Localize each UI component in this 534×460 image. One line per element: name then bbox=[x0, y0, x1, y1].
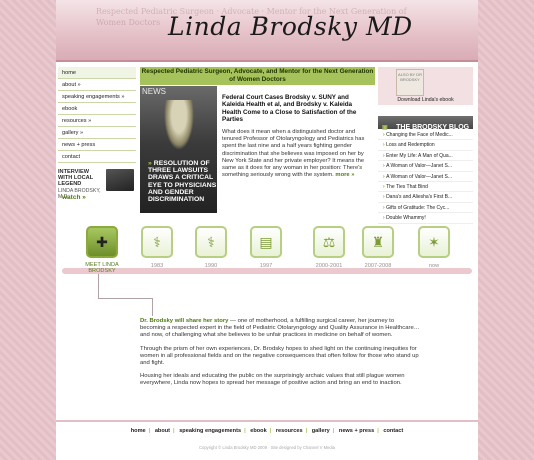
timeline-label[interactable]: 1983 bbox=[137, 263, 177, 269]
news-caption-text: RESOLUTION OF THREE LAWSUITS DRAWS A CRI… bbox=[148, 160, 217, 204]
timeline-glyph: ▤ bbox=[259, 234, 273, 250]
article-body-text: What does it mean when a distinguished d… bbox=[222, 129, 365, 179]
footer-separator: | bbox=[173, 428, 175, 434]
footer-link-resources[interactable]: resources bbox=[273, 428, 306, 434]
nav-item-gallery[interactable]: gallery » bbox=[58, 127, 136, 139]
footer-separator: | bbox=[269, 428, 272, 434]
blog-header[interactable]: ▣ THE BRODSKY BLOG bbox=[378, 116, 473, 131]
celebration-icon[interactable]: ✶ bbox=[418, 226, 450, 258]
more-link[interactable]: more » bbox=[335, 172, 354, 178]
footer-link-gallery[interactable]: gallery bbox=[309, 428, 333, 434]
footer-link-speaking-engagements[interactable]: speaking engagements bbox=[176, 428, 244, 434]
story-paragraph: Through the prism of her own experiences… bbox=[140, 345, 419, 367]
footer-separator: | bbox=[332, 428, 335, 434]
trophy-icon[interactable]: ♜ bbox=[362, 226, 394, 258]
page: Respected Pediatric Surgeon · Advocate ·… bbox=[56, 0, 478, 460]
footer-separator: | bbox=[244, 428, 246, 434]
footer-separator: | bbox=[148, 428, 151, 434]
blog-post-link[interactable]: Changing the Face of Medic... bbox=[378, 130, 473, 141]
footer-separator: | bbox=[305, 428, 308, 434]
timeline-connector bbox=[98, 298, 152, 299]
story-paragraph: Housing her ideals and educating the pub… bbox=[140, 373, 405, 387]
footer-separator: | bbox=[377, 428, 379, 434]
footer-link-ebook[interactable]: ebook bbox=[247, 428, 269, 434]
book-icon[interactable]: ▤ bbox=[250, 226, 282, 258]
copyright: Copyright © Linda Brodsky MD 2009 · Site… bbox=[199, 445, 335, 450]
footer-link-about[interactable]: about bbox=[152, 428, 173, 434]
gavel-icon[interactable]: ⚖ bbox=[313, 226, 345, 258]
caduceus-icon[interactable]: ⚕ bbox=[141, 226, 173, 258]
footer-nav: home | about | speaking engagements | ebook… bbox=[56, 428, 478, 434]
timeline-label[interactable]: MEET LINDA BRODSKY bbox=[82, 262, 122, 274]
blog-post-link[interactable]: The Ties That Bind bbox=[378, 182, 473, 193]
footer-link-home[interactable]: home bbox=[128, 428, 149, 434]
blog-list: Changing the Face of Medic... Loss and R… bbox=[378, 130, 473, 224]
news-image[interactable]: NEWS » RESOLUTION OF THREE LAWSUITS DRAWS… bbox=[140, 86, 217, 213]
nav-item-ebook[interactable]: ebook bbox=[58, 103, 136, 115]
timeline-label[interactable]: now bbox=[414, 263, 454, 269]
footer-link-contact[interactable]: contact bbox=[380, 428, 406, 434]
timeline-connector bbox=[152, 298, 153, 316]
footer-divider bbox=[56, 420, 478, 422]
timeline-label[interactable]: 1990 bbox=[191, 263, 231, 269]
feature-headline: Respected Pediatric Surgeon, Advocate, a… bbox=[140, 67, 375, 85]
medical-symbol-icon[interactable]: ⚕ bbox=[195, 226, 227, 258]
timeline-label[interactable]: 2000-2001 bbox=[309, 263, 349, 269]
blog-post-link[interactable]: Dana's and Aliesha's First B... bbox=[378, 192, 473, 203]
interview-title: INTERVIEW WITH LOCAL LEGEND bbox=[58, 169, 94, 187]
site-logo-signature[interactable]: Linda Brodsky MD bbox=[168, 12, 413, 41]
blog-post-link[interactable]: Gifts of Gratitude: The Cyc... bbox=[378, 203, 473, 214]
timeline-glyph: ⚕ bbox=[153, 234, 161, 250]
story-paragraph: Dr. Brodsky will share her story — one o… bbox=[140, 318, 420, 340]
doctor-bag-icon[interactable]: ✚ bbox=[86, 226, 118, 258]
nav-item-speaking-engagements[interactable]: speaking engagements » bbox=[58, 91, 136, 103]
timeline-glyph: ⚕ bbox=[207, 234, 215, 250]
timeline-glyph: ✚ bbox=[96, 234, 108, 250]
timeline-label[interactable]: 1997 bbox=[246, 263, 286, 269]
news-label: NEWS bbox=[142, 87, 166, 96]
nav-item-about[interactable]: about » bbox=[58, 79, 136, 91]
timeline-glyph: ♜ bbox=[371, 234, 385, 250]
site-header: Respected Pediatric Surgeon · Advocate ·… bbox=[56, 0, 478, 62]
article-title[interactable]: Federal Court Cases Brodsky v. SUNY and … bbox=[222, 94, 372, 124]
story-lead: Dr. Brodsky will share her story bbox=[140, 318, 229, 324]
news-caption[interactable]: » RESOLUTION OF THREE LAWSUITS DRAWS A CR… bbox=[148, 160, 217, 203]
blog-post-link[interactable]: A Woman of Valor—Janet S... bbox=[378, 172, 473, 182]
nav-item-news-press[interactable]: news + press bbox=[58, 139, 136, 151]
blog-post-link[interactable]: Loss and Redemption bbox=[378, 140, 473, 151]
ebook-promo[interactable]: ALSO BY DR BRODSKY Download Linda's eboo… bbox=[378, 67, 473, 105]
article-body: What does it mean when a distinguished d… bbox=[222, 129, 372, 179]
main-nav: home about » speaking engagements » eboo… bbox=[58, 67, 136, 163]
ebook-cover-image[interactable]: ALSO BY DR BRODSKY bbox=[396, 69, 424, 96]
interview-photo[interactable] bbox=[106, 169, 134, 191]
timeline-connector bbox=[98, 274, 99, 298]
arrow-icon: » bbox=[148, 160, 152, 167]
blog-post-link[interactable]: A Woman of Valor—Janet S... bbox=[378, 161, 473, 172]
footer-link-news-press[interactable]: news + press bbox=[336, 428, 377, 434]
nav-item-resources[interactable]: resources » bbox=[58, 115, 136, 127]
story-section: Dr. Brodsky will share her story — one o… bbox=[140, 318, 420, 394]
timeline-glyph: ⚖ bbox=[322, 234, 336, 250]
timeline-glyph: ✶ bbox=[428, 234, 440, 250]
blog-post-link[interactable]: Enter My Life: A Man of Qua... bbox=[378, 151, 473, 162]
lady-justice-image bbox=[164, 100, 194, 150]
watch-link[interactable]: watch » bbox=[62, 194, 86, 201]
ebook-download-link[interactable]: Download Linda's ebook bbox=[378, 97, 473, 103]
timeline-label[interactable]: 2007-2008 bbox=[358, 263, 398, 269]
nav-item-home[interactable]: home bbox=[58, 67, 136, 79]
nav-item-contact[interactable]: contact bbox=[58, 151, 136, 163]
